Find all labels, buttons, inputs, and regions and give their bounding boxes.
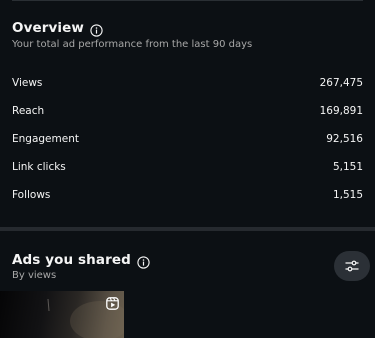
overview-subtitle: Your total ad performance from the last … xyxy=(12,39,253,50)
metric-value: 1,515 xyxy=(332,189,363,201)
section-divider xyxy=(0,227,375,231)
info-icon[interactable] xyxy=(137,254,150,269)
metric-label: Link clicks xyxy=(12,161,66,173)
metric-row-views[interactable]: Views 267,475 xyxy=(12,73,363,93)
metric-label: Reach xyxy=(12,105,45,117)
sliders-icon xyxy=(345,260,359,272)
metric-row-reach[interactable]: Reach 169,891 xyxy=(12,101,363,121)
metric-value: 267,475 xyxy=(319,77,363,89)
ads-header: Ads you shared xyxy=(12,252,150,269)
metric-label: Views xyxy=(12,77,43,89)
metric-value: 5,151 xyxy=(332,161,363,173)
metric-value: 169,891 xyxy=(319,105,363,117)
ads-subtitle: By views xyxy=(12,270,57,281)
metric-row-engagement[interactable]: Engagement 92,516 xyxy=(12,129,363,149)
info-icon[interactable] xyxy=(90,22,103,37)
overview-header: Overview xyxy=(12,20,103,37)
reel-icon xyxy=(106,295,119,310)
metric-row-follows[interactable]: Follows 1,515 xyxy=(12,185,363,205)
metric-label: Engagement xyxy=(12,133,79,145)
metric-value: 92,516 xyxy=(326,133,363,145)
overview-title: Overview xyxy=(12,20,84,36)
ads-title: Ads you shared xyxy=(12,252,131,268)
filter-button[interactable] xyxy=(334,251,370,281)
metric-row-link-clicks[interactable]: Link clicks 5,151 xyxy=(12,157,363,177)
metric-label: Follows xyxy=(12,189,51,201)
overview-section: Overview Your total ad performance from … xyxy=(0,0,375,228)
